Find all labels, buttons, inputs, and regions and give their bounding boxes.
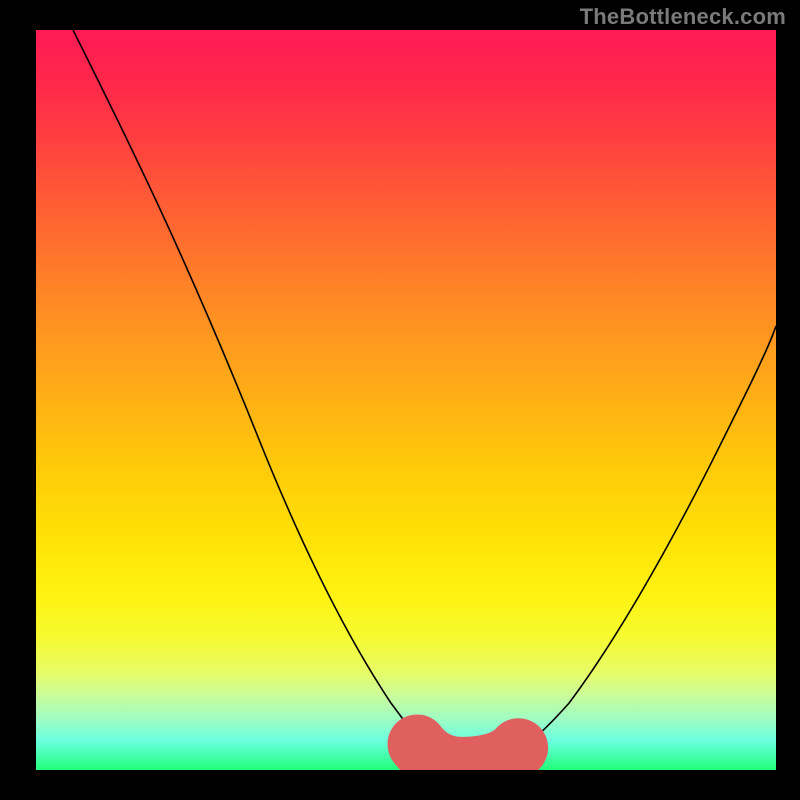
- curve-svg: [36, 30, 776, 770]
- chart-frame: TheBottleneck.com: [0, 0, 800, 800]
- bottleneck-curve: [73, 30, 776, 767]
- optimal-zone-highlight: [417, 744, 518, 766]
- watermark-text: TheBottleneck.com: [580, 4, 786, 30]
- plot-area: [36, 30, 776, 770]
